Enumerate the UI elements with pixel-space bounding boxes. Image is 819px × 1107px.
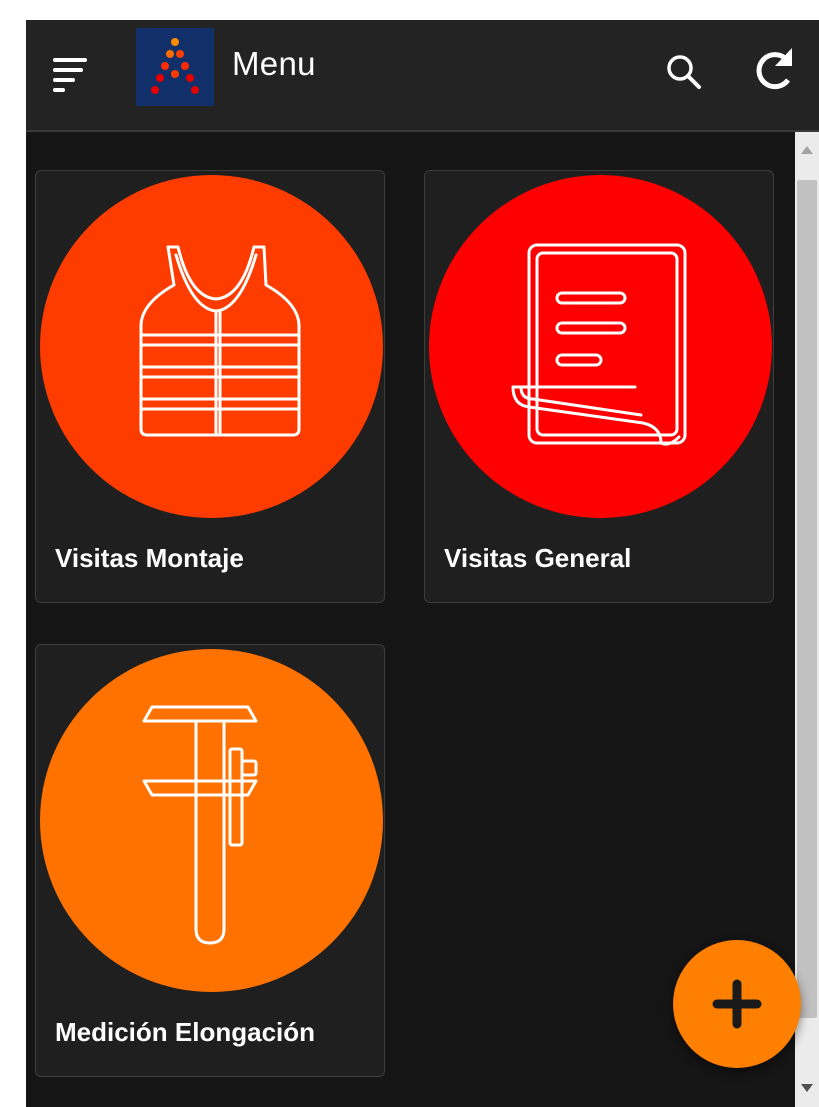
caliper-icon: [142, 705, 258, 945]
refresh-icon[interactable]: [750, 46, 798, 94]
search-icon[interactable]: [664, 52, 704, 92]
tile-visitas-general[interactable]: Visitas General: [424, 170, 774, 603]
plus-icon: [712, 979, 762, 1029]
add-button[interactable]: [673, 940, 801, 1068]
top-app-bar: Menu: [26, 20, 819, 132]
tile-circle: [40, 175, 383, 518]
scroll-thumb[interactable]: [797, 180, 817, 1018]
app-logo: [136, 28, 214, 106]
document-scroll-icon: [511, 243, 687, 446]
scroll-down-arrow-icon[interactable]: [795, 1068, 819, 1107]
tile-label: Visitas Montaje: [55, 543, 244, 573]
tile-circle: [40, 649, 383, 992]
app-window: Menu Visitas Montaje Visitas General Med…: [26, 20, 819, 1107]
tile-visitas-montaje[interactable]: Visitas Montaje: [35, 170, 385, 603]
tile-label: Medición Elongación: [55, 1017, 316, 1047]
life-vest-icon: [139, 245, 301, 437]
tile-label: Visitas General: [444, 543, 632, 573]
tile-circle: [429, 175, 772, 518]
tile-medicion-elongacion[interactable]: Medición Elongación: [35, 644, 385, 1077]
page-title: Menu: [232, 45, 316, 82]
scroll-up-arrow-icon[interactable]: [795, 132, 819, 172]
hamburger-menu-icon[interactable]: [53, 56, 89, 92]
